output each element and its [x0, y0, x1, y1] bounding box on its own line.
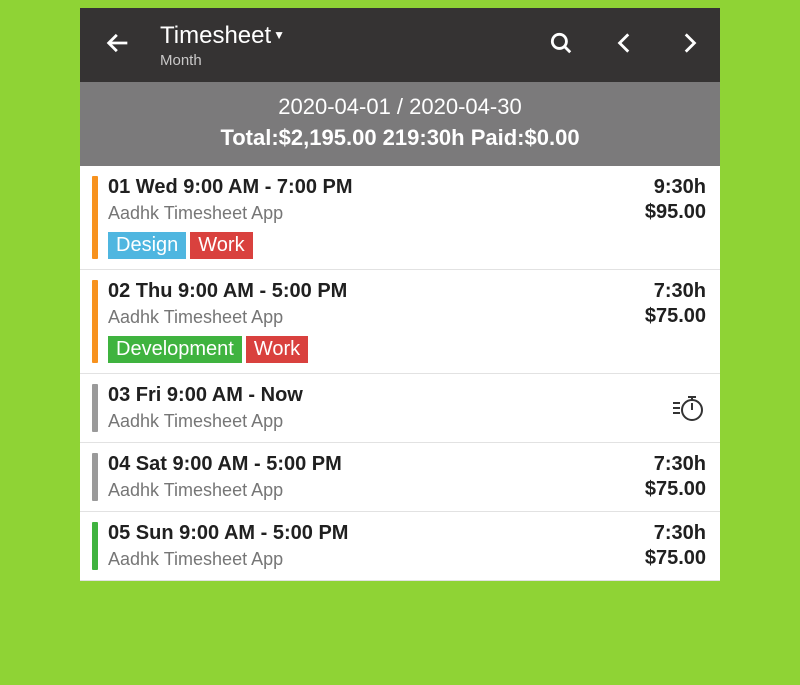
entry-meta: 02 Thu 9:00 AM - 5:00 PM Aadhk Timesheet … — [108, 280, 596, 363]
entry-tag[interactable]: Development — [108, 336, 242, 363]
entry-time-line: 03 Fri 9:00 AM - Now — [108, 384, 596, 407]
entry-stripe — [92, 384, 98, 432]
entry-right — [606, 384, 706, 432]
entry-project: Aadhk Timesheet App — [108, 307, 596, 328]
title-subtitle: Month — [160, 52, 548, 69]
dropdown-caret-icon: ▼ — [273, 28, 285, 42]
entry-project: Aadhk Timesheet App — [108, 480, 596, 501]
summary-totals: Total:$2,195.00 219:30h Paid:$0.00 — [86, 123, 714, 154]
entry-tags: DevelopmentWork — [108, 336, 596, 363]
entry-row[interactable]: 05 Sun 9:00 AM - 5:00 PM Aadhk Timesheet … — [80, 512, 720, 581]
entry-row[interactable]: 02 Thu 9:00 AM - 5:00 PM Aadhk Timesheet … — [80, 270, 720, 374]
entry-tag[interactable]: Design — [108, 232, 186, 259]
back-button[interactable] — [104, 29, 132, 62]
entry-time-line: 04 Sat 9:00 AM - 5:00 PM — [108, 453, 596, 476]
entry-meta: 01 Wed 9:00 AM - 7:00 PM Aadhk Timesheet … — [108, 176, 596, 259]
summary-range: 2020-04-01 / 2020-04-30 — [86, 92, 714, 123]
entry-tags: DesignWork — [108, 232, 596, 259]
entry-project: Aadhk Timesheet App — [108, 203, 596, 224]
entry-duration: 7:30h — [654, 453, 706, 476]
entry-amount: $95.00 — [645, 201, 706, 224]
entry-duration: 7:30h — [654, 280, 706, 303]
entry-project: Aadhk Timesheet App — [108, 411, 596, 432]
entry-stripe — [92, 280, 98, 363]
arrow-left-icon — [104, 29, 132, 57]
entry-right: 7:30h$75.00 — [606, 522, 706, 570]
entry-row[interactable]: 04 Sat 9:00 AM - 5:00 PM Aadhk Timesheet … — [80, 443, 720, 512]
entry-right: 7:30h$75.00 — [606, 280, 706, 363]
entry-amount: $75.00 — [645, 478, 706, 501]
title-dropdown[interactable]: Timesheet ▼ Month — [160, 22, 548, 69]
entry-amount: $75.00 — [645, 547, 706, 570]
entry-time-line: 05 Sun 9:00 AM - 5:00 PM — [108, 522, 596, 545]
entry-meta: 03 Fri 9:00 AM - Now Aadhk Timesheet App — [108, 384, 596, 432]
next-button[interactable] — [676, 30, 702, 61]
entry-stripe — [92, 522, 98, 570]
entry-time-line: 02 Thu 9:00 AM - 5:00 PM — [108, 280, 596, 303]
entry-meta: 05 Sun 9:00 AM - 5:00 PM Aadhk Timesheet … — [108, 522, 596, 570]
entry-amount: $75.00 — [645, 305, 706, 328]
entry-row[interactable]: 01 Wed 9:00 AM - 7:00 PM Aadhk Timesheet … — [80, 166, 720, 270]
entry-stripe — [92, 453, 98, 501]
entry-time-line: 01 Wed 9:00 AM - 7:00 PM — [108, 176, 596, 199]
entry-right: 7:30h$75.00 — [606, 453, 706, 501]
entry-meta: 04 Sat 9:00 AM - 5:00 PM Aadhk Timesheet … — [108, 453, 596, 501]
running-timer-icon — [670, 384, 706, 432]
title-text: Timesheet — [160, 22, 271, 50]
entry-list: 01 Wed 9:00 AM - 7:00 PM Aadhk Timesheet … — [80, 166, 720, 581]
entry-right: 9:30h$95.00 — [606, 176, 706, 259]
entry-duration: 7:30h — [654, 522, 706, 545]
search-icon — [548, 30, 574, 56]
summary-bar: 2020-04-01 / 2020-04-30 Total:$2,195.00 … — [80, 82, 720, 166]
entry-project: Aadhk Timesheet App — [108, 549, 596, 570]
chevron-left-icon — [612, 30, 638, 56]
app-frame: Timesheet ▼ Month — [80, 8, 720, 581]
chevron-right-icon — [676, 30, 702, 56]
entry-tag[interactable]: Work — [246, 336, 308, 363]
entry-tag[interactable]: Work — [190, 232, 252, 259]
entry-duration: 9:30h — [654, 176, 706, 199]
search-button[interactable] — [548, 30, 574, 61]
entry-row[interactable]: 03 Fri 9:00 AM - Now Aadhk Timesheet App — [80, 374, 720, 443]
topbar: Timesheet ▼ Month — [80, 8, 720, 82]
prev-button[interactable] — [612, 30, 638, 61]
entry-stripe — [92, 176, 98, 259]
